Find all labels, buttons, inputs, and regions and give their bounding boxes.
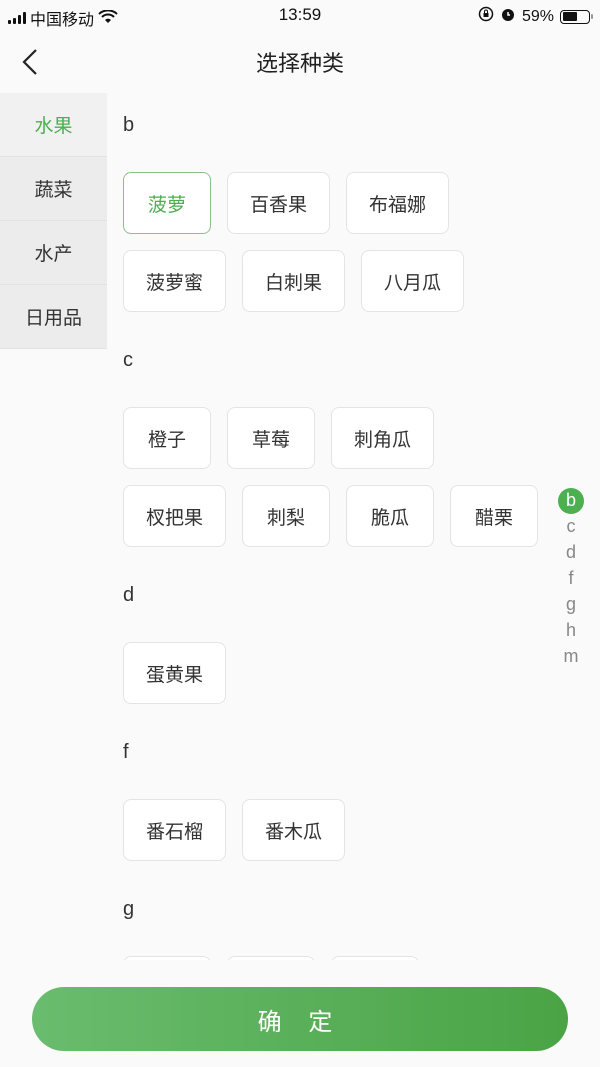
sidebar-item-seafood[interactable]: 水产: [0, 221, 107, 285]
index-letter-g[interactable]: g: [558, 592, 584, 618]
item-list: b 菠萝 百香果 布福娜菠萝蜜 白刺果 八月瓜 c 橙子 草莓 刺角瓜杈把果 刺梨 脆瓜 醋栗 d 蛋黄果 f…: [123, 93, 543, 1034]
index-letter-b[interactable]: b: [558, 488, 584, 514]
section-header-c: c: [123, 349, 133, 371]
category-chip[interactable]: 醋栗: [450, 485, 539, 547]
category-chip[interactable]: 草莓: [227, 407, 315, 469]
rotation-lock-icon: [478, 6, 494, 27]
category-chip[interactable]: 蛋黄果: [123, 642, 227, 704]
battery-percent: 59%: [521, 7, 554, 25]
battery-icon: [560, 9, 593, 24]
index-letter-m[interactable]: m: [558, 644, 584, 670]
sidebar-item-fruit[interactable]: 水果: [0, 93, 107, 157]
confirm-button[interactable]: 确 定: [32, 987, 568, 1051]
category-chip[interactable]: 杈把果: [123, 485, 227, 547]
section-grid-f: 番石榴 番木瓜: [123, 784, 543, 877]
category-chip[interactable]: 布福娜: [346, 172, 450, 234]
category-chip[interactable]: 刺角瓜: [331, 407, 435, 469]
section-grid-c: 橙子 草莓 刺角瓜杈把果 刺梨 脆瓜 醋栗: [123, 392, 543, 563]
category-chip[interactable]: 番木瓜: [242, 799, 346, 861]
index-letter-d[interactable]: d: [558, 540, 584, 566]
category-sidebar: 水果 蔬菜 水产 日用品: [0, 93, 107, 349]
section-grid-b: 菠萝 百香果 布福娜菠萝蜜 白刺果 八月瓜: [123, 157, 543, 328]
category-chip[interactable]: 菠萝蜜: [123, 250, 227, 312]
section-header-d: d: [123, 584, 135, 606]
section-header-b: b: [123, 114, 135, 136]
sidebar-item-daily-goods[interactable]: 日用品: [0, 285, 107, 349]
category-chip[interactable]: 八月瓜: [361, 250, 465, 312]
page-title: 选择种类: [255, 52, 344, 77]
status-bar: 中国移动 13:59 59%: [0, 0, 600, 32]
index-letter-f[interactable]: f: [558, 566, 584, 592]
category-chip[interactable]: 百香果: [227, 172, 331, 234]
section-header-g: g: [123, 898, 135, 920]
navbar: 选择种类: [0, 32, 600, 92]
alarm-icon: [500, 6, 516, 27]
category-chip[interactable]: 白刺果: [242, 250, 346, 312]
section-grid-d: 蛋黄果: [123, 627, 543, 720]
category-chip[interactable]: 番石榴: [123, 799, 227, 861]
category-chip[interactable]: 刺梨: [242, 485, 331, 547]
category-chip[interactable]: 橙子: [123, 407, 211, 469]
category-chip[interactable]: 菠萝: [123, 172, 211, 234]
sidebar-item-vegetables[interactable]: 蔬菜: [0, 157, 107, 221]
category-chip[interactable]: 脆瓜: [346, 485, 435, 547]
index-letter-h[interactable]: h: [558, 618, 584, 644]
section-header-f: f: [123, 741, 129, 763]
index-letter-c[interactable]: c: [558, 514, 584, 540]
alphabet-index: bcdfghm: [558, 488, 584, 670]
